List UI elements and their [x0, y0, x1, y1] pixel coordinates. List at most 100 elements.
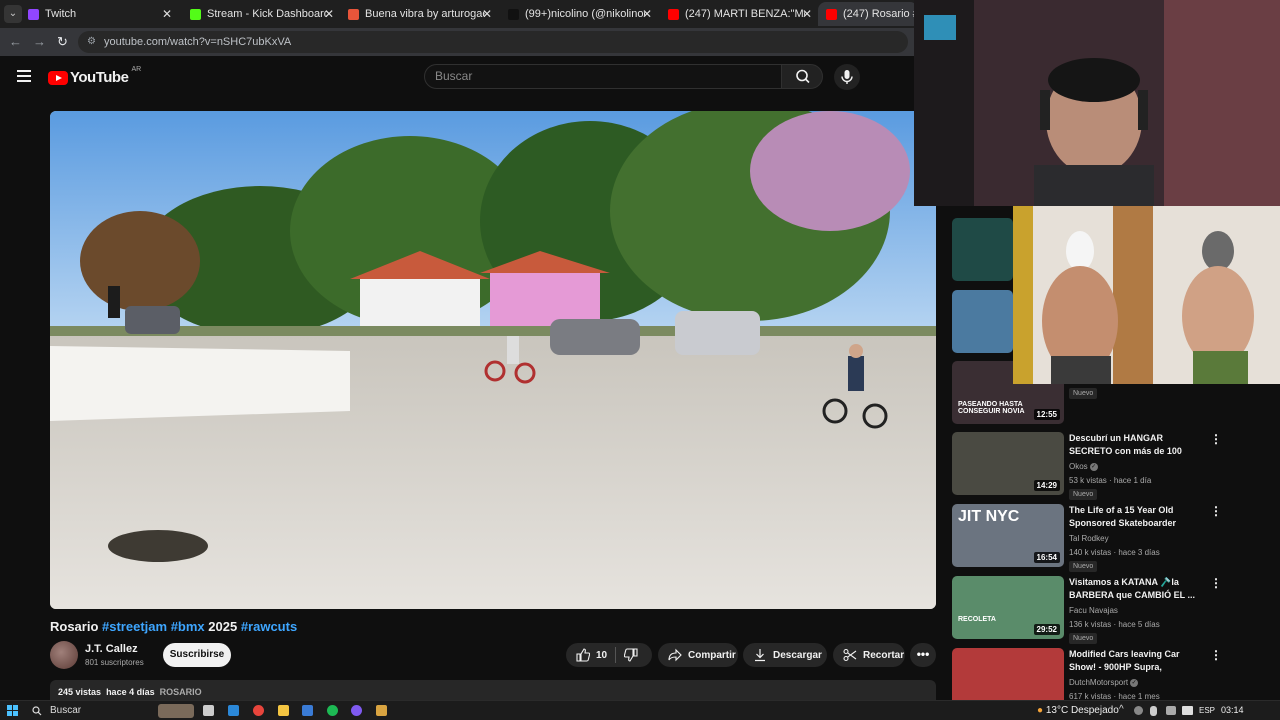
tab-close-icon[interactable]: ✕: [324, 7, 334, 21]
download-label: Descargar: [773, 649, 822, 661]
back-icon[interactable]: ←: [9, 34, 22, 49]
verified-icon: ✓: [1130, 678, 1139, 687]
tab-close-icon[interactable]: ✕: [162, 7, 172, 21]
youtube-logo[interactable]: YouTube AR: [48, 66, 142, 86]
video-thumbnail[interactable]: 14:29: [952, 432, 1064, 495]
country-code: AR: [131, 66, 142, 73]
tray-microphone-icon[interactable]: [1150, 706, 1157, 716]
forward-icon[interactable]: →: [33, 34, 46, 49]
title-text: Rosario: [50, 619, 103, 634]
video-thumbnail[interactable]: JIT NYC 16:54: [952, 504, 1064, 567]
more-options-icon[interactable]: ⋮: [1210, 576, 1222, 590]
tray-overflow-icon[interactable]: ^: [1119, 704, 1124, 715]
thumbs-down-icon[interactable]: [624, 648, 638, 662]
channel-name[interactable]: Facu Navajas: [1069, 606, 1118, 615]
channel-text: Facu Navajas: [1069, 606, 1118, 615]
like-count[interactable]: 10: [596, 650, 607, 661]
weather-text: 13°C Despejado: [1045, 705, 1119, 716]
browser-tab[interactable]: (247) MARTI BENZA:"Me quede✕: [660, 2, 818, 26]
sidebar-partial-thumbnails: [952, 206, 1013, 384]
windows-start-icon[interactable]: [7, 705, 18, 716]
reload-icon[interactable]: ↻: [57, 34, 68, 50]
clock[interactable]: 03:14: [1221, 705, 1244, 715]
new-badge: Nuevo: [1069, 633, 1098, 644]
video-duration: 14:29: [1033, 480, 1060, 491]
description-box[interactable]: 245 vistas hace 4 días ROSARIO: [50, 680, 936, 702]
partial-thumbnail[interactable]: [952, 218, 1013, 281]
app-icon[interactable]: [376, 705, 387, 716]
hashtag-link[interactable]: #rawcuts: [241, 619, 297, 634]
video-title[interactable]: Modified Cars leaving Car Show! - 900HP …: [1069, 648, 1207, 674]
input-language[interactable]: ESP: [1199, 706, 1215, 715]
verified-icon: ✓: [1089, 462, 1098, 471]
video-title[interactable]: Descubrí un HANGAR SECRETO con más de 10…: [1069, 432, 1207, 458]
tray-app-icon[interactable]: [1134, 706, 1143, 715]
tray-app-icon[interactable]: [1166, 706, 1176, 715]
browser-tab[interactable]: Buena vibra by arturogaeldelee✕: [340, 2, 498, 26]
recommended-video[interactable]: RECOLETA 29:52 Visitamos a KATANA 🪒la BARB…: [952, 576, 1280, 644]
search-placeholder: Buscar: [435, 69, 473, 83]
partial-thumbnail[interactable]: [952, 290, 1013, 353]
video-thumbnail[interactable]: RECOLETA 29:52: [952, 576, 1064, 639]
video-player[interactable]: [50, 111, 936, 609]
tab-close-icon[interactable]: ✕: [802, 7, 812, 21]
tab-favicon-icon: [190, 8, 201, 20]
discord-icon[interactable]: [351, 705, 362, 716]
tab-close-icon[interactable]: ✕: [482, 7, 492, 21]
channel-avatar[interactable]: [50, 641, 78, 669]
more-options-icon[interactable]: ⋮: [1210, 432, 1222, 446]
guide-menu-icon[interactable]: [17, 70, 31, 82]
search-highlight-image[interactable]: [158, 704, 194, 718]
clip-button[interactable]: Recortar: [833, 643, 905, 667]
tab-favicon-icon: [28, 8, 39, 20]
more-actions-button[interactable]: •••: [910, 643, 936, 667]
spotify-icon[interactable]: [327, 705, 338, 716]
channel-name[interactable]: J.T. Callez: [85, 643, 138, 655]
recommended-video[interactable]: JIT NYC 16:54 The Life of a 15 Year Old Sp…: [952, 504, 1280, 572]
thumbs-up-icon[interactable]: [576, 648, 590, 662]
channel-name[interactable]: Tal Rodkey: [1069, 534, 1109, 543]
youtube-play-icon: [48, 70, 68, 85]
task-view-icon[interactable]: [203, 705, 214, 716]
video-duration: 12:55: [1033, 409, 1060, 420]
channel-name[interactable]: Okos ✓: [1069, 462, 1098, 471]
more-options-icon[interactable]: ⋮: [1210, 504, 1222, 518]
site-info-icon[interactable]: ⚙: [87, 31, 96, 53]
copilot-icon[interactable]: [228, 705, 239, 716]
hashtag-link[interactable]: #streetjam: [102, 619, 167, 634]
volume-icon[interactable]: [1182, 706, 1193, 715]
tab-title: Stream - Kick Dashboard: [207, 8, 327, 20]
channel-text: DutchMotorsport: [1069, 678, 1129, 687]
file-explorer-icon[interactable]: [278, 705, 289, 716]
tab-close-icon[interactable]: ✕: [642, 7, 652, 21]
recommended-video[interactable]: 14:29 Descubrí un HANGAR SECRETO con más …: [952, 432, 1280, 500]
video-title[interactable]: The Life of a 15 Year Old Sponsored Skat…: [1069, 504, 1207, 530]
hashtag-link[interactable]: #bmx: [171, 619, 205, 634]
download-button[interactable]: Descargar: [743, 643, 827, 667]
url-input[interactable]: ⚙ youtube.com/watch?v=nSHC7ubKxVA: [78, 31, 908, 53]
voice-search-button[interactable]: [834, 64, 860, 90]
more-options-icon[interactable]: ⋮: [1210, 648, 1222, 662]
browser-tab[interactable]: (247) Rosario #streetj: [818, 2, 918, 26]
browser-tab[interactable]: Stream - Kick Dashboard ✕: [182, 2, 340, 26]
browser-tab[interactable]: Twitch ✕: [20, 2, 178, 26]
subscribe-button[interactable]: Suscribirse: [163, 643, 231, 667]
browser-tab[interactable]: (99+)nicolino (@nikolinoo) | Tik✕: [500, 2, 658, 26]
chrome-icon[interactable]: [253, 705, 264, 716]
new-badge: Nuevo: [1069, 489, 1098, 500]
video-duration: 29:52: [1033, 624, 1060, 635]
share-button[interactable]: Compartir: [658, 643, 738, 667]
url-text: youtube.com/watch?v=nSHC7ubKxVA: [104, 36, 292, 48]
windows-taskbar: Buscar ● 13°C Despejado ^ ESP 03:14: [0, 700, 1280, 720]
store-icon[interactable]: [302, 705, 313, 716]
overlay-image: [1013, 206, 1280, 384]
channel-name[interactable]: DutchMotorsport ✓: [1069, 678, 1139, 687]
weather-widget[interactable]: ● 13°C Despejado: [1037, 705, 1119, 716]
search-button[interactable]: [781, 64, 823, 89]
video-title[interactable]: Visitamos a KATANA 🪒la BARBERA que CAMBI…: [1069, 576, 1207, 602]
like-divider: [615, 647, 617, 663]
tab-favicon-icon: [826, 8, 837, 20]
search-input[interactable]: Buscar: [424, 64, 782, 89]
like-dislike-group: 10: [566, 643, 652, 667]
video-title: Rosario #streetjam #bmx 2025 #rawcuts: [50, 619, 297, 634]
